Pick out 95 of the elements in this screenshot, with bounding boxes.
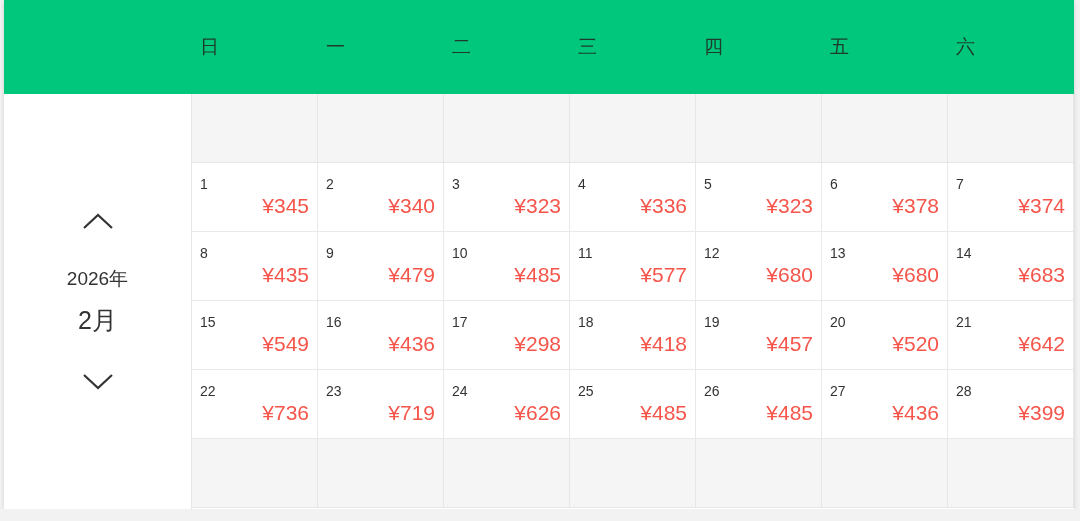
day-cell[interactable]: 15 ¥549 <box>192 301 318 370</box>
date-number: 17 <box>452 314 468 330</box>
day-cell[interactable]: 12 ¥680 <box>696 232 822 301</box>
price-label: ¥435 <box>262 263 309 287</box>
price-label: ¥298 <box>514 332 561 356</box>
date-number: 20 <box>830 314 846 330</box>
price-label: ¥577 <box>640 263 687 287</box>
day-cell[interactable]: 8 ¥435 <box>192 232 318 301</box>
weekday-label: 日 <box>199 35 219 59</box>
day-cell[interactable]: 3 ¥323 <box>444 163 570 232</box>
day-cell[interactable]: 9 ¥479 <box>318 232 444 301</box>
date-number: 12 <box>704 245 720 261</box>
day-cell[interactable]: 25 ¥485 <box>570 370 696 439</box>
day-cell[interactable]: 1 ¥345 <box>192 163 318 232</box>
weekday-label: 一 <box>325 35 345 59</box>
price-label: ¥436 <box>388 332 435 356</box>
date-number: 1 <box>200 176 208 192</box>
day-cell[interactable]: 17 ¥298 <box>444 301 570 370</box>
weekday-label: 四 <box>703 35 723 59</box>
price-label: ¥336 <box>640 194 687 218</box>
price-label: ¥485 <box>640 401 687 425</box>
date-number: 4 <box>578 176 586 192</box>
day-cell[interactable]: 10 ¥485 <box>444 232 570 301</box>
price-label: ¥457 <box>766 332 813 356</box>
date-number: 11 <box>578 245 593 261</box>
date-number: 8 <box>200 245 208 261</box>
price-label: ¥683 <box>1018 263 1065 287</box>
date-number: 23 <box>326 383 342 399</box>
weekday-label: 二 <box>451 35 471 59</box>
day-cell[interactable]: 22 ¥736 <box>192 370 318 439</box>
day-cell[interactable]: 13 ¥680 <box>822 232 948 301</box>
year-label: 2026年 <box>66 267 129 291</box>
day-cell[interactable]: 4 ¥336 <box>570 163 696 232</box>
price-label: ¥736 <box>262 401 309 425</box>
price-label: ¥340 <box>388 194 435 218</box>
chevron-up-icon <box>81 212 114 230</box>
price-label: ¥323 <box>766 194 813 218</box>
price-label: ¥374 <box>1018 194 1065 218</box>
price-label: ¥520 <box>892 332 939 356</box>
date-number: 19 <box>704 314 720 330</box>
month-label: 2月 <box>78 305 117 336</box>
price-label: ¥323 <box>514 194 561 218</box>
price-label: ¥479 <box>388 263 435 287</box>
weekday-label: 五 <box>829 35 849 59</box>
date-number: 25 <box>578 383 594 399</box>
day-cell[interactable]: 11 ¥577 <box>570 232 696 301</box>
date-number: 10 <box>452 245 468 261</box>
price-label: ¥626 <box>514 401 561 425</box>
date-number: 24 <box>452 383 468 399</box>
price-label: ¥680 <box>892 263 939 287</box>
date-number: 13 <box>830 245 846 261</box>
date-number: 22 <box>200 383 216 399</box>
day-cell[interactable]: 21 ¥642 <box>948 301 1074 370</box>
price-label: ¥549 <box>262 332 309 356</box>
price-label: ¥485 <box>766 401 813 425</box>
price-label: ¥642 <box>1018 332 1065 356</box>
day-cell[interactable]: 28 ¥399 <box>948 370 1074 439</box>
day-cell[interactable]: 7 ¥374 <box>948 163 1074 232</box>
price-label: ¥719 <box>388 401 435 425</box>
price-label: ¥345 <box>262 194 309 218</box>
weekday-label: 六 <box>955 35 975 59</box>
chevron-down-icon <box>81 373 114 391</box>
date-number: 27 <box>830 383 846 399</box>
day-cell[interactable]: 18 ¥418 <box>570 301 696 370</box>
weekday-label: 三 <box>577 35 597 59</box>
date-number: 18 <box>578 314 594 330</box>
price-label: ¥436 <box>892 401 939 425</box>
day-cell[interactable]: 14 ¥683 <box>948 232 1074 301</box>
date-number: 3 <box>452 176 460 192</box>
day-cell[interactable]: 6 ¥378 <box>822 163 948 232</box>
date-number: 9 <box>326 245 334 261</box>
price-label: ¥378 <box>892 194 939 218</box>
price-label: ¥399 <box>1018 401 1065 425</box>
date-number: 16 <box>326 314 342 330</box>
date-number: 26 <box>704 383 720 399</box>
price-label: ¥418 <box>640 332 687 356</box>
day-cell[interactable]: 19 ¥457 <box>696 301 822 370</box>
day-cell[interactable]: 24 ¥626 <box>444 370 570 439</box>
date-number: 2 <box>326 176 334 192</box>
date-number: 7 <box>956 176 964 192</box>
day-cell[interactable]: 23 ¥719 <box>318 370 444 439</box>
price-label: ¥485 <box>514 263 561 287</box>
date-number: 14 <box>956 245 972 261</box>
day-cell[interactable]: 27 ¥436 <box>822 370 948 439</box>
date-number: 28 <box>956 383 972 399</box>
date-number: 15 <box>200 314 216 330</box>
day-cell[interactable]: 2 ¥340 <box>318 163 444 232</box>
date-number: 5 <box>704 176 712 192</box>
price-label: ¥680 <box>766 263 813 287</box>
date-number: 6 <box>830 176 838 192</box>
day-cell[interactable]: 26 ¥485 <box>696 370 822 439</box>
day-cell[interactable]: 20 ¥520 <box>822 301 948 370</box>
day-cell[interactable]: 16 ¥436 <box>318 301 444 370</box>
day-cell[interactable]: 5 ¥323 <box>696 163 822 232</box>
date-number: 21 <box>956 314 972 330</box>
